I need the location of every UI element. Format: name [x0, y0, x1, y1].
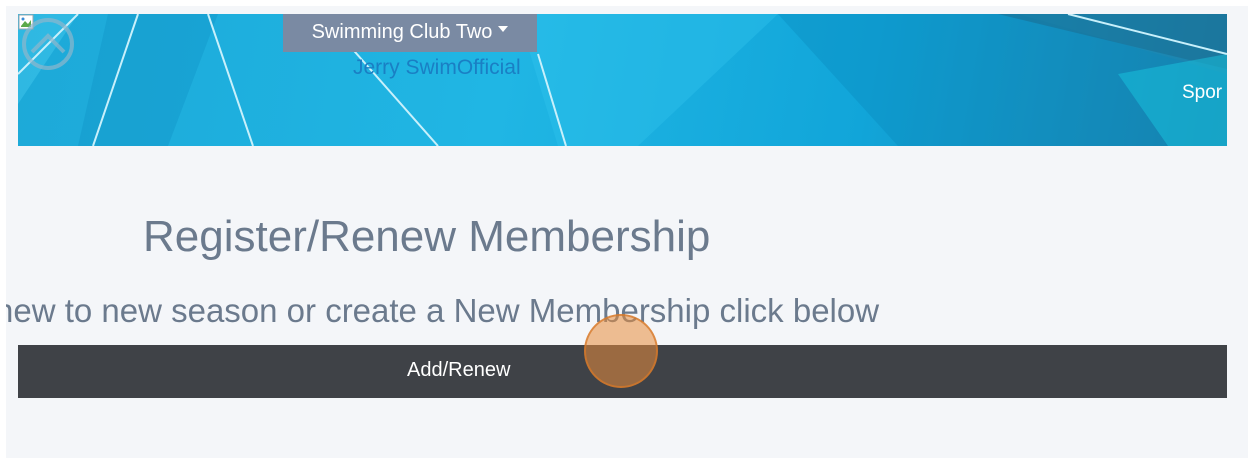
sport-label-partial: Spor: [1182, 82, 1223, 103]
banner-geometric-pattern: [18, 14, 1227, 146]
membership-instruction: new to new season or create a New Member…: [6, 290, 1227, 332]
chevron-down-icon: [498, 26, 509, 32]
header-banner: Swimming Club Two Jerry SwimOfficial Spo…: [18, 14, 1227, 146]
browser-frame: Swimming Club Two Jerry SwimOfficial Spo…: [0, 0, 1253, 459]
membership-instruction-text: new to new season or create a New Member…: [6, 292, 880, 329]
club-selector-label: Swimming Club Two: [311, 20, 493, 43]
page-viewport: Swimming Club Two Jerry SwimOfficial Spo…: [6, 6, 1248, 458]
page-title: Register/Renew Membership: [143, 212, 711, 261]
add-renew-button[interactable]: Add/Renew: [18, 345, 1227, 398]
user-name-link[interactable]: Jerry SwimOfficial: [353, 56, 521, 80]
club-selector-dropdown[interactable]: Swimming Club Two: [283, 14, 537, 52]
club-emblem-icon: [22, 18, 74, 70]
add-renew-label: Add/Renew: [407, 359, 511, 381]
